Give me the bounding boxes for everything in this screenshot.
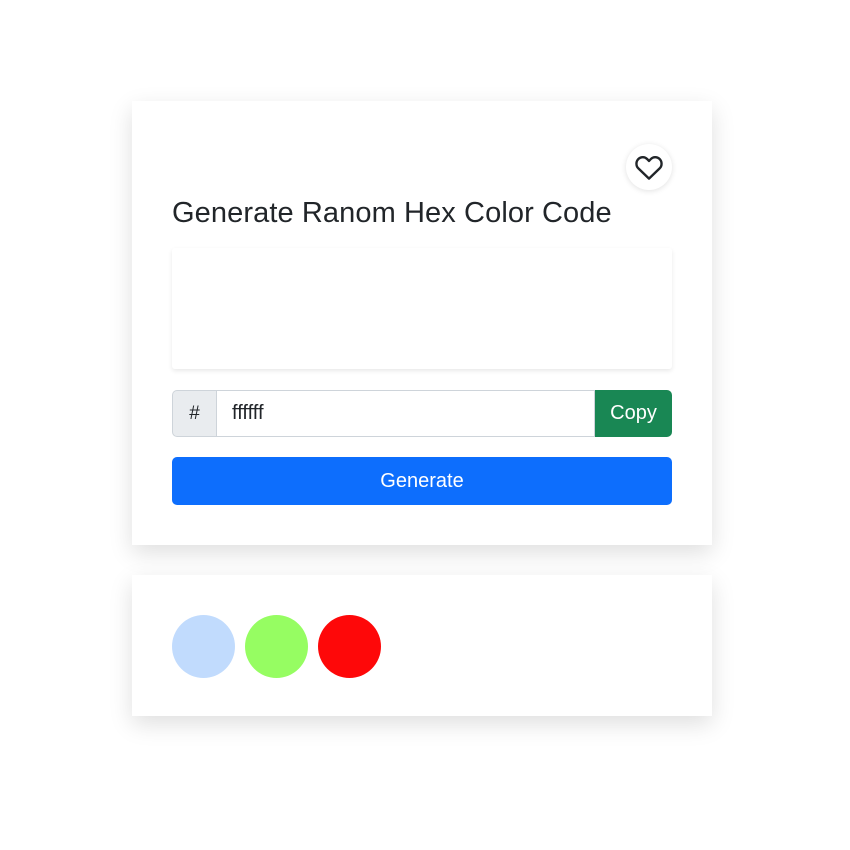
generator-card: Generate Ranom Hex Color Code # Copy Gen… <box>132 101 712 545</box>
hex-input[interactable] <box>216 390 595 437</box>
color-preview <box>172 248 672 369</box>
swatch-list <box>172 615 381 678</box>
color-swatch[interactable] <box>172 615 235 678</box>
page-title: Generate Ranom Hex Color Code <box>172 197 612 229</box>
color-swatch[interactable] <box>318 615 381 678</box>
hex-input-group: # Copy <box>172 390 672 437</box>
favorite-button[interactable] <box>626 144 672 190</box>
color-swatch[interactable] <box>245 615 308 678</box>
hash-prefix: # <box>172 390 216 437</box>
heart-icon <box>635 155 663 180</box>
color-history-card <box>132 575 712 716</box>
copy-button[interactable]: Copy <box>595 390 672 437</box>
generate-button[interactable]: Generate <box>172 457 672 505</box>
